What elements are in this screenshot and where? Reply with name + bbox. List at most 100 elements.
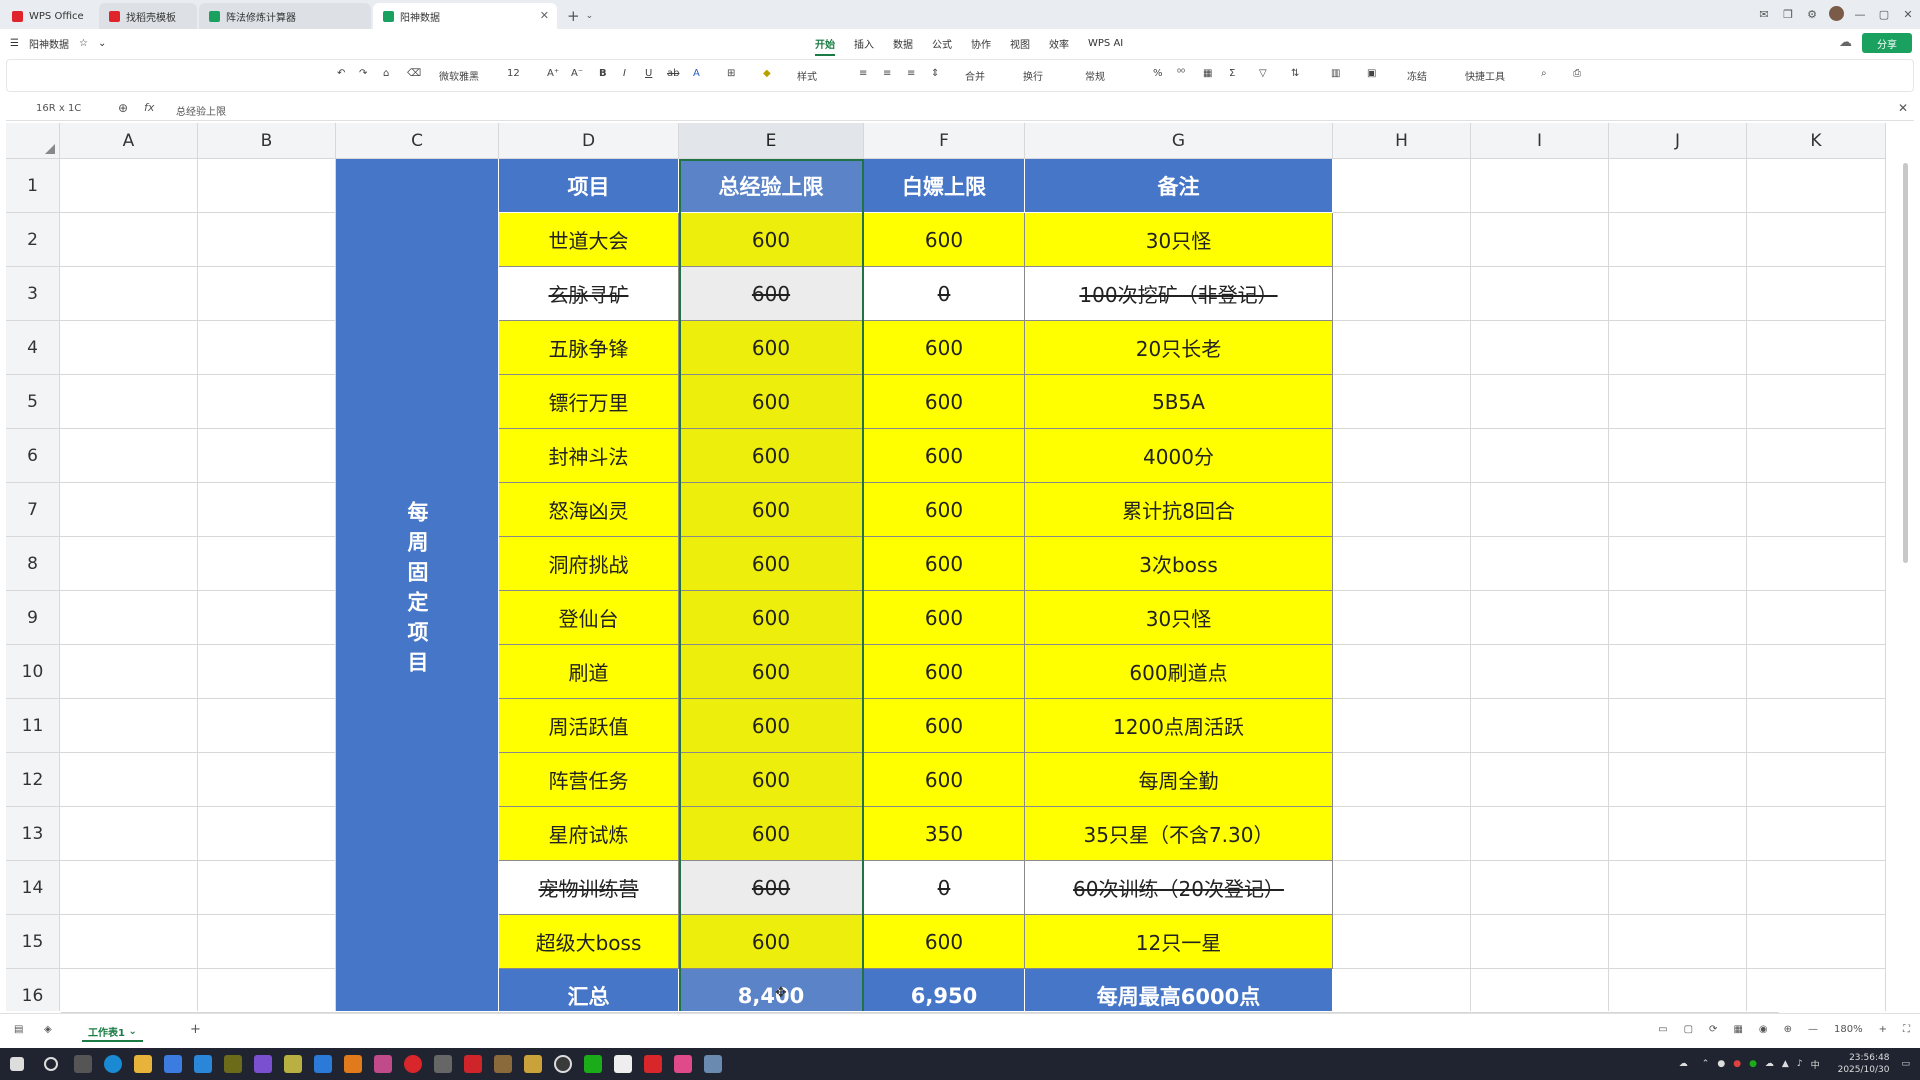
tab-calculator[interactable]: 阵法修炼计算器 [199, 3, 371, 29]
hamburger-menu-icon[interactable]: ☰ [10, 38, 19, 49]
table-cell-total-exp[interactable]: 600 [679, 753, 864, 807]
column-header-f[interactable]: F [864, 123, 1025, 159]
grid-cell[interactable] [1747, 699, 1886, 753]
table-cell-total-exp[interactable]: 600 [679, 375, 864, 429]
chevron-up-icon[interactable]: ⌃ [1702, 1059, 1710, 1069]
column-header-j[interactable]: J [1609, 123, 1747, 159]
redo-icon[interactable]: ↷ [359, 68, 367, 79]
grid-cell[interactable] [1333, 753, 1471, 807]
grid-cell[interactable] [60, 753, 198, 807]
zoom-out-button[interactable]: — [1808, 1024, 1818, 1035]
grid-cell[interactable] [1609, 969, 1747, 1011]
grid-cell[interactable] [1333, 807, 1471, 861]
grid-cell[interactable] [198, 159, 336, 213]
grid-cell[interactable] [1471, 213, 1609, 267]
grid-cell[interactable] [1333, 267, 1471, 321]
search-icon[interactable]: ⌕ [1541, 68, 1547, 79]
chart-icon[interactable]: ▥ [1331, 68, 1340, 79]
table-cell-total-exp[interactable]: 600 [679, 915, 864, 969]
grid-cell[interactable] [1747, 159, 1886, 213]
new-tab-button[interactable]: + ⌄ [567, 3, 593, 29]
search-icon[interactable] [44, 1057, 58, 1071]
table-header-remark[interactable]: 备注 [1025, 159, 1333, 213]
summary-cell-free-limit[interactable]: 6,950 [864, 969, 1025, 1011]
vertical-scrollbar[interactable] [1903, 163, 1908, 563]
print-icon[interactable]: ⎙ [1573, 68, 1581, 79]
grid-cell[interactable] [1471, 483, 1609, 537]
share-view-icon[interactable]: ⟳ [1709, 1024, 1717, 1035]
wrap-text-button[interactable]: 换行 [1023, 68, 1043, 83]
menu-formula[interactable]: 公式 [932, 36, 952, 51]
table-cell-item[interactable]: 宠物训练营 [499, 861, 679, 915]
row-header-11[interactable]: 11 [6, 699, 60, 753]
app-icon[interactable] [524, 1055, 542, 1073]
grid-cell[interactable] [60, 699, 198, 753]
grid-cell[interactable] [198, 591, 336, 645]
grid-cell[interactable] [1333, 861, 1471, 915]
grid-cell[interactable] [1747, 429, 1886, 483]
table-header-item[interactable]: 项目 [499, 159, 679, 213]
fill-color-icon[interactable]: ◆ [763, 68, 771, 79]
grid-cell[interactable] [1471, 645, 1609, 699]
wps-taskbar-icon[interactable] [464, 1055, 482, 1073]
increase-font-icon[interactable]: A⁺ [547, 68, 559, 79]
table-cell-item[interactable]: 玄脉寻矿 [499, 267, 679, 321]
wechat-icon[interactable] [584, 1055, 602, 1073]
grid-cell[interactable] [1609, 429, 1747, 483]
table-cell-remark[interactable]: 35只星（不含7.30） [1025, 807, 1333, 861]
grid-cell[interactable] [1609, 807, 1747, 861]
grid-cell[interactable] [1471, 159, 1609, 213]
row-header-15[interactable]: 15 [6, 915, 60, 969]
grid-cell[interactable] [1747, 213, 1886, 267]
grid-cell[interactable] [1747, 807, 1886, 861]
table-header-total-exp[interactable]: 总经验上限 [679, 159, 864, 213]
table-cell-free-limit[interactable]: 600 [864, 753, 1025, 807]
grid-cell[interactable] [60, 591, 198, 645]
mic-icon[interactable]: ● [1717, 1059, 1725, 1069]
grid-cell[interactable] [60, 645, 198, 699]
table-cell-item[interactable]: 周活跃值 [499, 699, 679, 753]
grid-cell[interactable] [198, 483, 336, 537]
row-header-13[interactable]: 13 [6, 807, 60, 861]
font-size-select[interactable]: 12 [507, 68, 520, 79]
grid-cell[interactable] [198, 537, 336, 591]
close-tab-icon[interactable]: ✕ [540, 9, 549, 22]
maximize-icon[interactable]: ▢ [1872, 8, 1896, 21]
grid-cell[interactable] [60, 861, 198, 915]
grid-cell[interactable] [1471, 321, 1609, 375]
menu-efficiency[interactable]: 效率 [1049, 36, 1069, 51]
menu-home[interactable]: 开始 [815, 36, 835, 56]
column-header-d[interactable]: D [499, 123, 679, 159]
grid-cell[interactable] [1333, 591, 1471, 645]
grid-cell[interactable] [1333, 375, 1471, 429]
grid-cell[interactable] [1747, 861, 1886, 915]
font-family-select[interactable]: 微软雅黑 [439, 68, 479, 83]
grid-cell[interactable] [1747, 537, 1886, 591]
table-cell-total-exp[interactable]: 600 [679, 807, 864, 861]
grid-cell[interactable] [198, 267, 336, 321]
menu-wps-ai[interactable]: WPS AI [1088, 38, 1123, 49]
spreadsheet-grid[interactable]: A B C D E F G H I J K 1 2 3 4 5 6 7 8 9 10 11 12 13 14 15 16 每周固定项目… [6, 123, 1914, 1011]
table-cell-remark[interactable]: 5B5A [1025, 375, 1333, 429]
table-cell-item[interactable]: 星府试炼 [499, 807, 679, 861]
grid-cell[interactable] [1333, 915, 1471, 969]
column-header-k[interactable]: K [1747, 123, 1886, 159]
grid-cell[interactable] [1747, 969, 1886, 1011]
zoom-in-button[interactable]: + [1879, 1024, 1887, 1035]
grid-cell[interactable] [1609, 321, 1747, 375]
table-cell-remark[interactable]: 20只长老 [1025, 321, 1333, 375]
normal-view-icon[interactable]: ▦ [1733, 1024, 1742, 1035]
store-icon[interactable] [164, 1055, 182, 1073]
decrease-font-icon[interactable]: A⁻ [571, 68, 583, 79]
row-header-16[interactable]: 16 [6, 969, 60, 1011]
grid-cell[interactable] [1747, 591, 1886, 645]
weather-icon[interactable]: ☁ [1679, 1059, 1688, 1069]
app-icon[interactable] [374, 1055, 392, 1073]
sum-icon[interactable]: Σ [1229, 68, 1235, 79]
zoom-level[interactable]: 180% [1834, 1024, 1863, 1035]
grid-cell[interactable] [198, 645, 336, 699]
table-cell-free-limit[interactable]: 600 [864, 375, 1025, 429]
vertical-align-icon[interactable]: ⇕ [931, 68, 939, 79]
app-icon[interactable] [344, 1055, 362, 1073]
grid-cell[interactable] [1609, 267, 1747, 321]
